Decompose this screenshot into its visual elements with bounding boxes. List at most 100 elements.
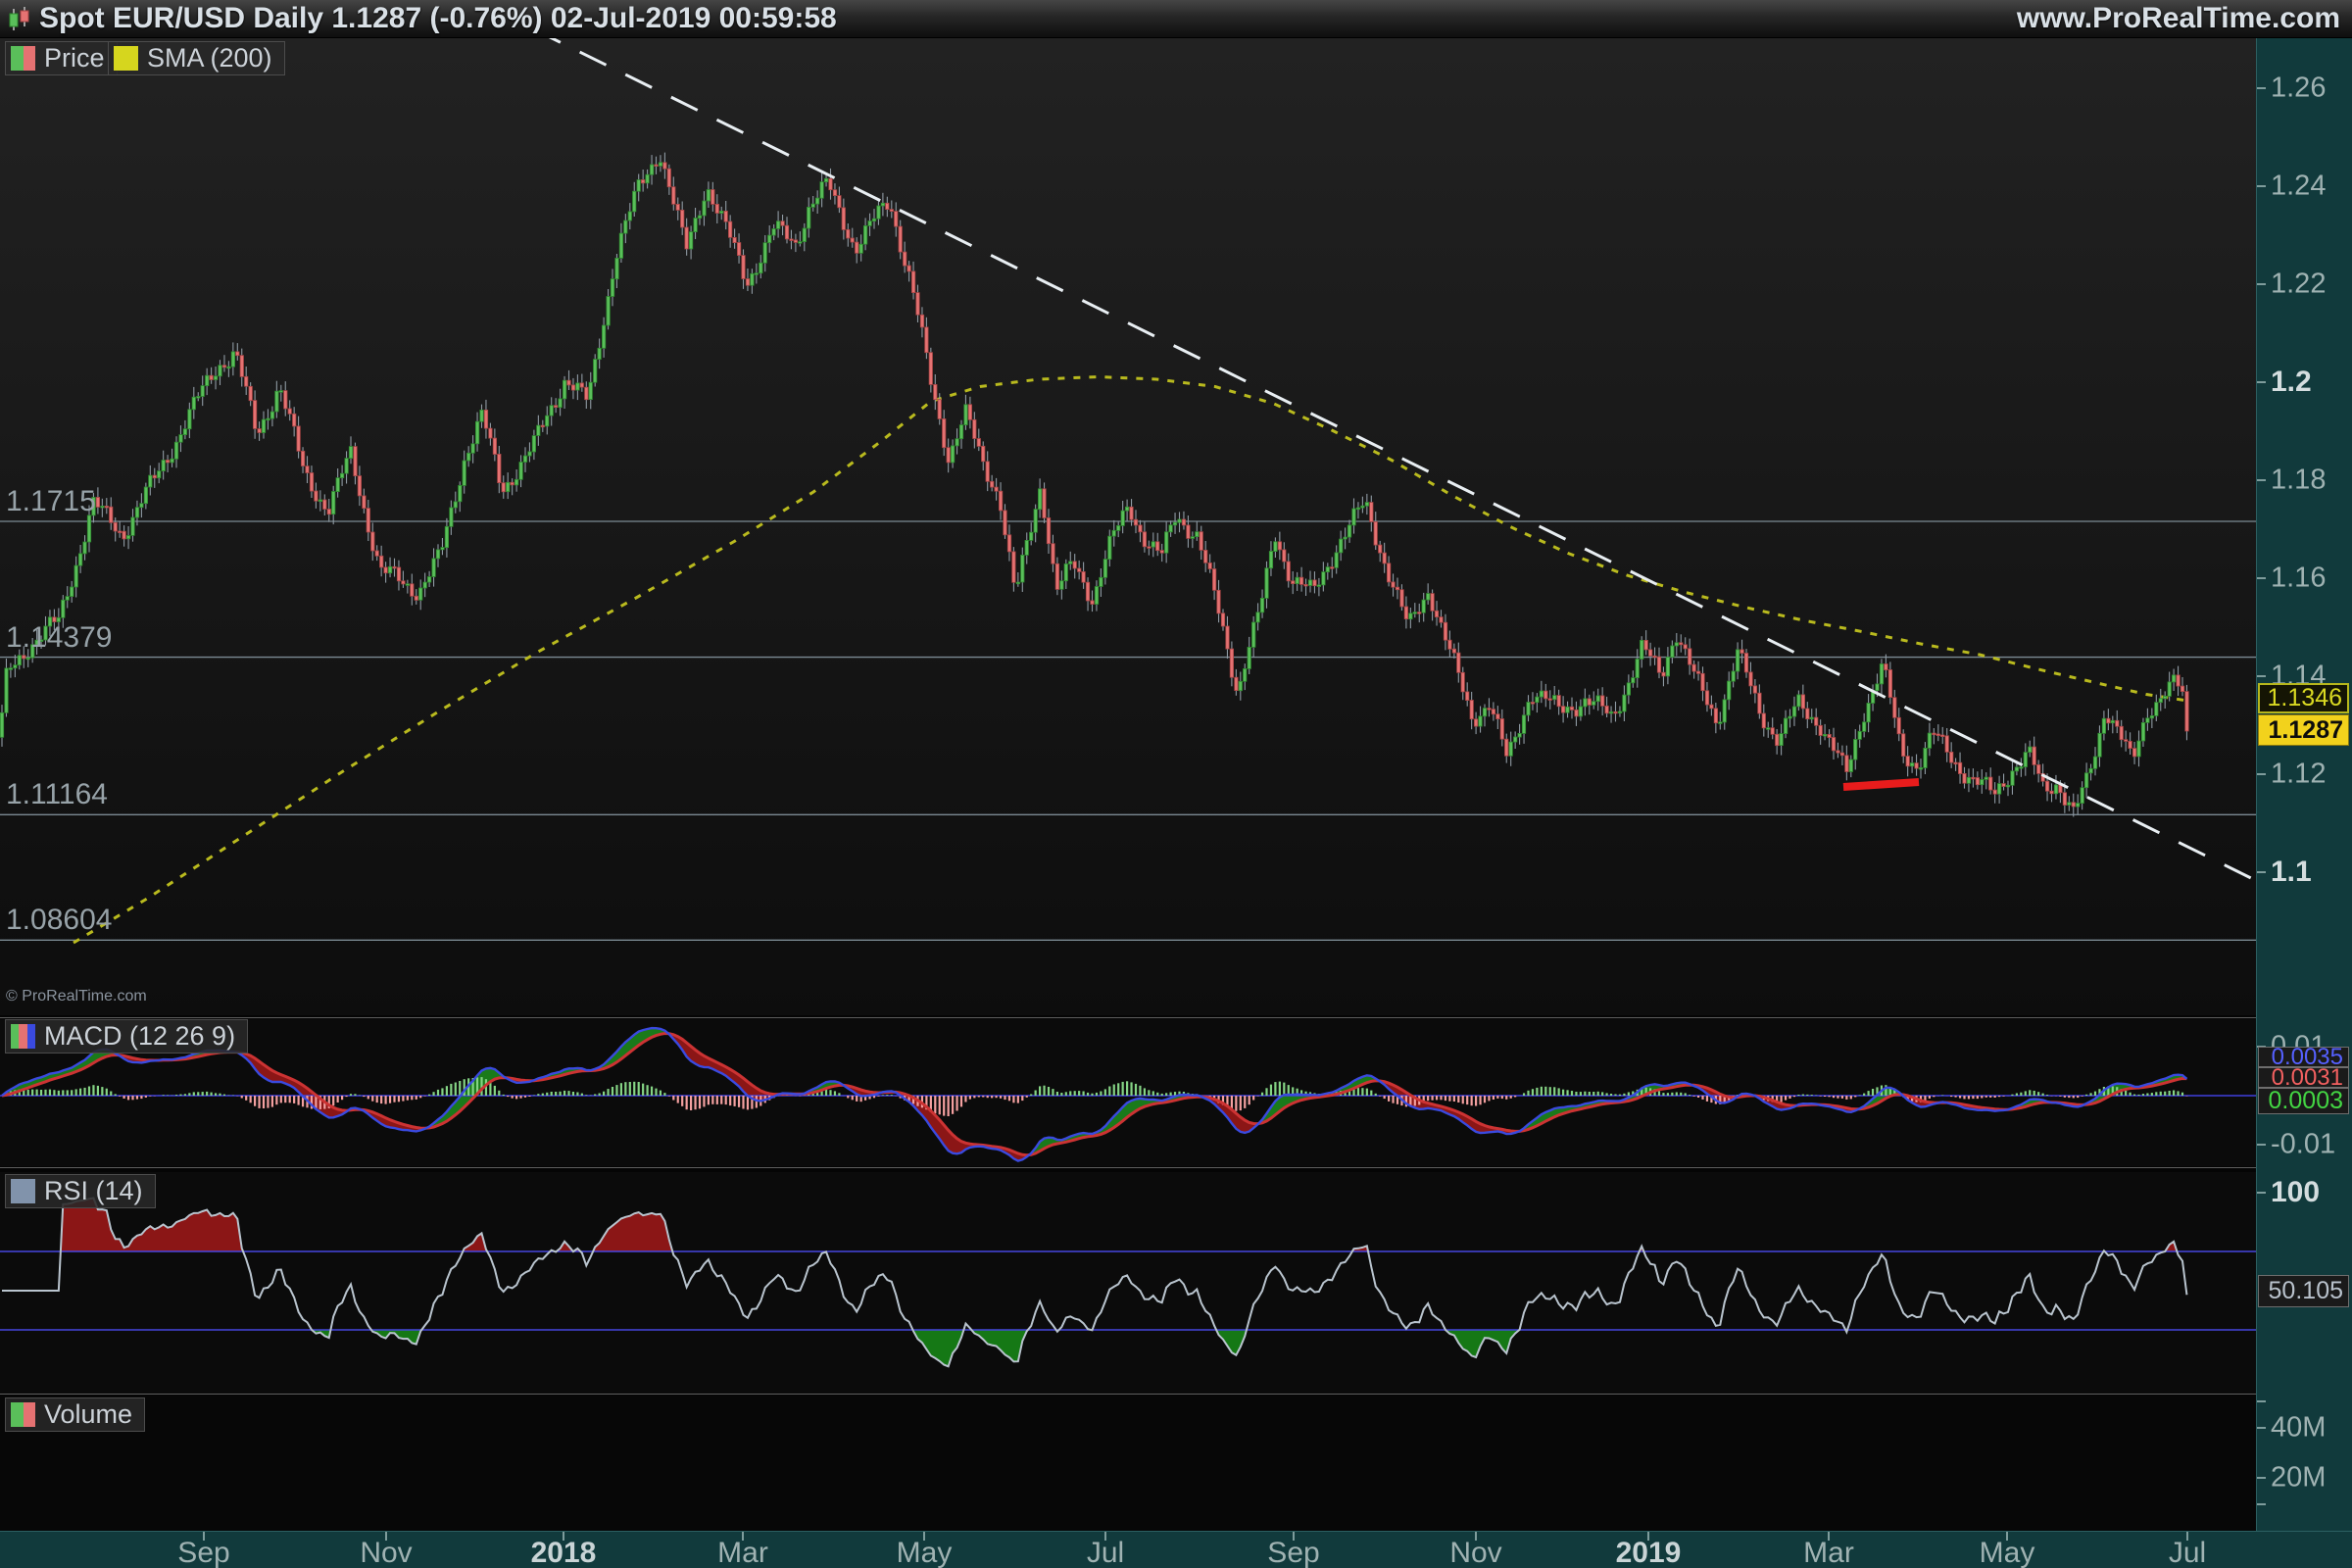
candle-body [1244,668,1247,681]
candle-body [1858,731,1861,739]
rsi-panel[interactable] [0,1172,2256,1394]
candle-body [995,487,998,491]
candle-body [2172,675,2175,682]
candle-body [1252,622,1255,647]
legend-macd[interactable]: MACD (12 26 9) [5,1019,248,1054]
candle-body [2045,781,2048,791]
candle-body [1117,525,1120,530]
candle-body [1387,564,1390,582]
candle-body [2068,803,2071,806]
candle-body [715,204,718,213]
candle-body [144,487,147,504]
candle-body [541,425,544,427]
legend-sma[interactable]: SMA (200) [108,41,285,75]
candle-body [301,451,304,466]
candle-body [210,375,213,379]
candle-body [959,425,962,439]
candle-body [1976,778,1979,785]
rsi-value-box: 50.105 [2258,1275,2349,1307]
candle-body [188,410,191,429]
axis-tick [2257,1400,2266,1402]
candle-body [1531,703,1534,705]
website-link[interactable]: www.ProRealTime.com [2017,2,2352,35]
candle-body [1182,519,1185,525]
candle-body [1103,560,1106,578]
candle-body [74,565,77,587]
candle-body [559,399,562,408]
candle-body [929,353,932,385]
month-label: Mar [717,1537,768,1568]
candle-body [1352,509,1355,525]
candle-body [1326,567,1329,572]
candle-body [1365,503,1368,507]
candle-body [1479,716,1482,726]
sma-legend-label: SMA (200) [147,43,272,74]
candle-body [1788,716,1791,718]
candle-body [2006,785,2009,787]
volume-panel[interactable] [0,1396,2256,1530]
axis-tick [2257,1192,2266,1194]
candle-body [1601,696,1604,707]
candle-body [1518,733,1521,737]
candle-body [62,600,65,617]
candle-body [406,584,409,586]
candle-body [1993,790,1996,794]
candle-body [153,475,156,478]
candle-body [419,588,422,600]
legend-rsi[interactable]: RSI (14) [5,1174,156,1208]
axis-tick [2257,675,2266,677]
candle-body [1840,753,1843,756]
candle-body [436,550,439,559]
candle-body [532,436,535,452]
candle-body [1806,709,1809,719]
candle-body [1021,555,1024,582]
candle-body [863,225,866,244]
legend-price[interactable]: Price [5,41,118,75]
candle-body [803,228,806,242]
candle-body [411,584,414,597]
candle-body [1605,706,1608,712]
candle-body [2024,753,2027,767]
candle-body [667,169,670,187]
candle-body [2098,733,2101,757]
candle-body [1819,725,1822,735]
candle-body [2137,741,2140,757]
candle-body [1876,684,1879,691]
time-axis-strip[interactable]: SepNov2018MarMayJulSepNov2019MarMayJul [0,1531,2352,1568]
candle-body [432,559,435,577]
price-level-label: 1.14379 [6,621,112,655]
price-panel[interactable] [0,37,2256,1015]
candle-body [1641,640,1643,659]
candle-body [602,325,605,348]
candle-body [166,461,169,463]
candle-body [1680,643,1683,645]
candle-body [991,481,994,487]
candle-body [1505,739,1508,756]
candle-body [1112,530,1115,536]
candle-body [1728,681,1731,700]
last-price-box: 1.1287 [2258,714,2349,746]
candle-body [1828,734,1831,737]
candle-body [2107,718,2110,723]
candle-body [240,356,243,377]
candle-body [973,419,976,438]
candle-body [315,491,318,501]
legend-volume[interactable]: Volume [5,1397,145,1432]
candle-body [441,548,444,550]
chart-canvas[interactable] [0,0,2352,1568]
candle-body [231,352,234,367]
candle-body [1997,784,2000,795]
candle-body [2116,720,2119,726]
month-label: Nov [360,1537,412,1568]
candle-body [1431,594,1434,612]
candle-body [1710,705,1713,709]
candle-body [306,466,309,473]
rsi-legend-icon [11,1179,35,1203]
support-segment[interactable] [1843,782,1919,787]
candle-body [1496,714,1499,719]
candle-body [380,556,383,567]
candle-body [2077,804,2080,808]
candle-body [580,383,583,387]
candle-body [594,360,597,383]
candle-body [502,483,505,492]
